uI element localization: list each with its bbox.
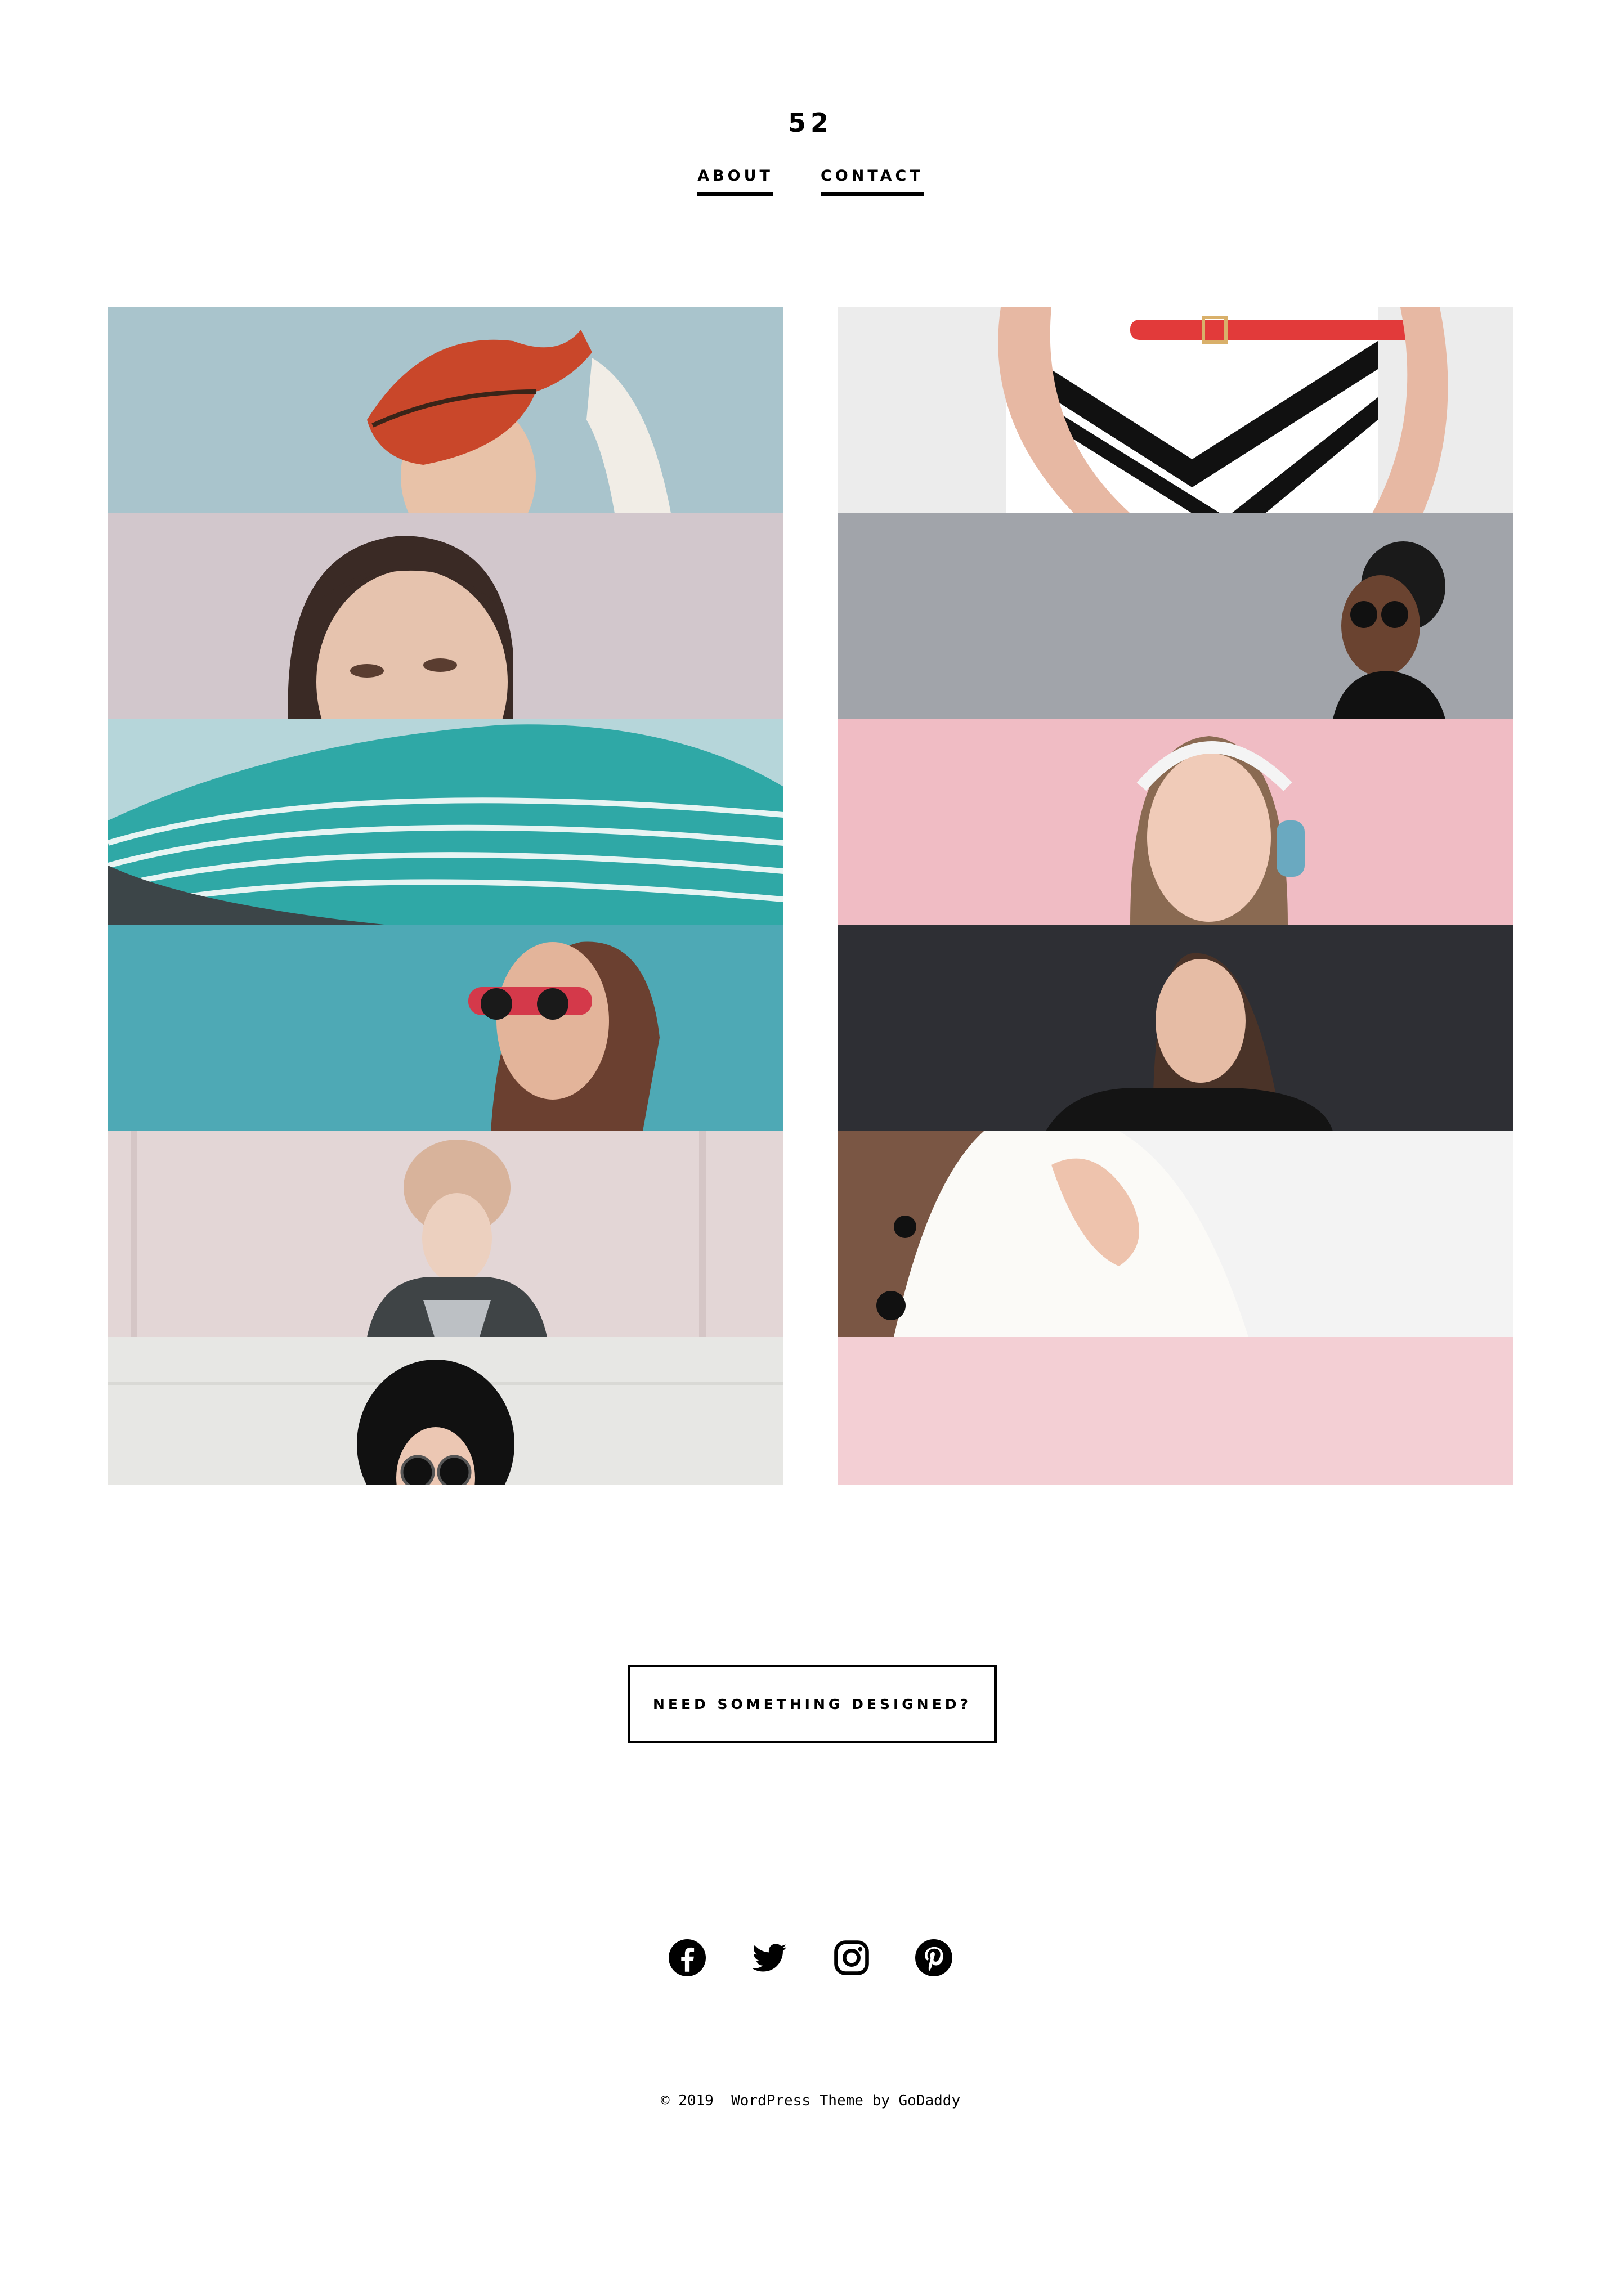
instagram-icon[interactable] [833, 1939, 870, 1976]
need-something-designed-button[interactable]: NEED SOMETHING DESIGNED? [628, 1665, 997, 1743]
photo-woman-portrait [108, 513, 783, 719]
gallery-column-right [838, 307, 1513, 1485]
twitter-icon[interactable] [751, 1939, 788, 1976]
gallery-tile[interactable] [108, 719, 783, 925]
photo-woman-dark-background [838, 925, 1513, 1131]
gallery-grid [108, 307, 1513, 1485]
gallery-tile[interactable] [838, 513, 1513, 719]
photo-woman-black-hat [108, 1337, 783, 1485]
nav-contact[interactable]: CONTACT [820, 167, 924, 196]
gallery-tile[interactable] [838, 925, 1513, 1131]
footer-copyright: © 2019 [660, 2092, 714, 2109]
photo-woman-turban [108, 1131, 783, 1337]
footer-credit-link[interactable]: WordPress Theme by GoDaddy [731, 2092, 960, 2109]
photo-woman-red-hat [108, 307, 783, 513]
photo-teal-striped-hat [108, 719, 783, 925]
gallery-tile[interactable] [838, 1337, 1513, 1485]
site-title[interactable]: 52 [0, 106, 1621, 140]
photo-striped-dress [838, 307, 1513, 513]
photo-woman-red-sunglasses [108, 925, 783, 1131]
photo-white-coat [838, 1131, 1513, 1337]
gallery-tile[interactable] [108, 1337, 783, 1485]
footer: © 2019 WordPress Theme by GoDaddy [0, 2092, 1621, 2109]
gallery-tile[interactable] [108, 513, 783, 719]
gallery-tile[interactable] [838, 1131, 1513, 1337]
nav-about[interactable]: ABOUT [697, 167, 773, 196]
gallery-tile[interactable] [108, 1131, 783, 1337]
gallery-column-left [108, 307, 783, 1485]
pinterest-icon[interactable] [915, 1939, 952, 1976]
social-links [0, 1939, 1621, 1976]
gallery-tile[interactable] [108, 307, 783, 513]
gallery-tile[interactable] [838, 307, 1513, 513]
photo-woman-on-phone [838, 513, 1513, 719]
gallery-tile[interactable] [108, 925, 783, 1131]
gallery-tile[interactable] [838, 719, 1513, 925]
cta-label: NEED SOMETHING DESIGNED? [652, 1696, 972, 1712]
photo-woman-headphones [838, 719, 1513, 925]
photo-woman-pink-background [838, 1337, 1513, 1485]
main-nav: ABOUT CONTACT [0, 167, 1621, 196]
facebook-icon[interactable] [669, 1939, 706, 1976]
